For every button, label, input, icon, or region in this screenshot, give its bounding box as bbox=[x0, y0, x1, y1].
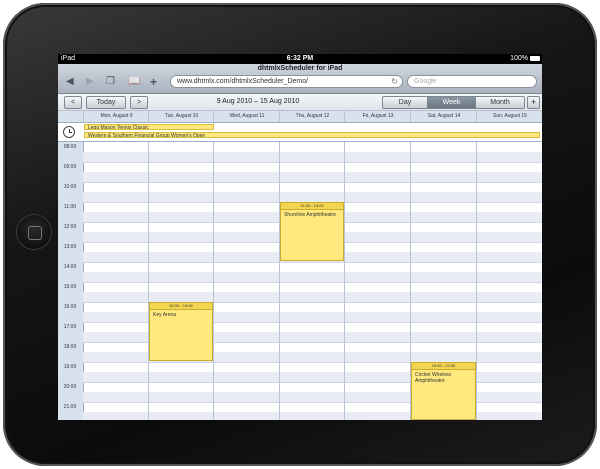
add-bookmark-icon[interactable]: + bbox=[150, 75, 157, 89]
clock-icon bbox=[63, 126, 75, 138]
half-hour-stripe bbox=[83, 272, 542, 282]
event-time: 11:00 - 14:00 bbox=[281, 203, 343, 210]
page-title: dhtmlxScheduler for iPad bbox=[257, 65, 343, 72]
forward-arrow-icon[interactable]: ▶ bbox=[86, 75, 94, 89]
prev-button[interactable]: < bbox=[64, 96, 82, 109]
day-divider bbox=[279, 142, 280, 420]
time-grid: 08:00 09:00 10:00 11:00 12:00 13:00 14:0… bbox=[58, 142, 542, 420]
multiday-event[interactable]: Western & Southern Financial Group Women… bbox=[84, 132, 540, 138]
hour-label: 11:00 bbox=[63, 204, 77, 210]
clock-time: 6:32 PM bbox=[286, 55, 314, 62]
safari-toolbar: dhtmlxScheduler for iPad ◀ ▶ ❐ 📖 + www.d… bbox=[58, 64, 542, 94]
battery-percent: 100% bbox=[510, 55, 528, 62]
hour-label: 17:00 bbox=[63, 324, 77, 330]
event-card[interactable]: 16:00 - 19:00 Key Arena bbox=[149, 302, 213, 361]
hour-line bbox=[83, 182, 542, 183]
event-time: 19:00 - 22:00 bbox=[412, 363, 475, 370]
url-text: www.dhtmlx.com/dhtmlxScheduler_Demo/ bbox=[177, 78, 309, 85]
hour-label: 13:00 bbox=[63, 244, 77, 250]
tab-week[interactable]: Week bbox=[427, 96, 476, 109]
ipad-screen: iPad 6:32 PM 100% dhtmlxScheduler for iP… bbox=[58, 54, 542, 420]
day-divider bbox=[213, 142, 214, 420]
scheduler-toolbar: < Today > 9 Aug 2010 – 15 Aug 2010 Day W… bbox=[58, 94, 542, 111]
event-card[interactable]: 19:00 - 22:00 Cricket Wireless Amphithea… bbox=[411, 362, 476, 420]
hour-label: 19:00 bbox=[63, 364, 77, 370]
next-button[interactable]: > bbox=[130, 96, 148, 109]
day-divider bbox=[476, 142, 477, 420]
pages-icon[interactable]: ❐ bbox=[106, 75, 115, 89]
hour-line bbox=[83, 162, 542, 163]
day-header[interactable]: Mon, August 9 bbox=[83, 111, 149, 122]
bookmarks-icon[interactable]: 📖 bbox=[128, 75, 140, 89]
day-divider bbox=[344, 142, 345, 420]
hour-line bbox=[83, 282, 542, 283]
multiday-event[interactable]: Legg Mason Tennis Classic bbox=[84, 124, 214, 130]
back-arrow-icon[interactable]: ◀ bbox=[66, 75, 74, 89]
hour-label: 09:00 bbox=[63, 164, 77, 170]
date-range-label: 9 Aug 2010 – 15 Aug 2010 bbox=[216, 98, 300, 105]
day-header[interactable]: Sat, August 14 bbox=[410, 111, 477, 122]
reload-icon[interactable]: ↻ bbox=[391, 76, 398, 87]
battery-icon bbox=[530, 56, 540, 61]
search-field[interactable]: Google bbox=[407, 75, 537, 88]
hour-label: 18:00 bbox=[63, 344, 77, 350]
event-title: Shoreline Amphitheatre bbox=[284, 212, 336, 218]
event-time: 16:00 - 19:00 bbox=[150, 303, 212, 310]
event-card[interactable]: 11:00 - 14:00 Shoreline Amphitheatre bbox=[280, 202, 344, 261]
day-header[interactable]: Wed, August 11 bbox=[213, 111, 280, 122]
tab-month[interactable]: Month bbox=[475, 96, 525, 109]
half-hour-stripe bbox=[83, 192, 542, 202]
event-title: Key Arena bbox=[153, 312, 177, 318]
hour-label: 21:00 bbox=[63, 404, 77, 410]
day-header[interactable]: Thu, August 12 bbox=[279, 111, 345, 122]
day-header[interactable]: Tue, August 10 bbox=[148, 111, 214, 122]
tab-day[interactable]: Day bbox=[382, 96, 428, 109]
hour-label: 16:00 bbox=[63, 304, 77, 310]
status-bar: iPad 6:32 PM 100% bbox=[58, 54, 542, 64]
hour-label: 20:00 bbox=[63, 384, 77, 390]
multiday-area: Legg Mason Tennis Classic Western & Sout… bbox=[58, 123, 542, 142]
half-hour-stripe bbox=[83, 172, 542, 182]
today-button[interactable]: Today bbox=[86, 96, 126, 109]
home-button[interactable] bbox=[16, 214, 52, 250]
half-hour-stripe bbox=[83, 292, 542, 302]
day-header[interactable]: Sun, August 15 bbox=[476, 111, 542, 122]
hour-label: 14:00 bbox=[63, 264, 77, 270]
url-field[interactable]: www.dhtmlx.com/dhtmlxScheduler_Demo/ ↻ bbox=[170, 75, 403, 88]
hour-label: 12:00 bbox=[63, 224, 77, 230]
ipad-frame: iPad 6:32 PM 100% dhtmlxScheduler for iP… bbox=[0, 0, 600, 469]
home-square-icon bbox=[28, 226, 42, 240]
half-hour-stripe bbox=[83, 152, 542, 162]
hour-label: 08:00 bbox=[63, 144, 77, 150]
hour-line bbox=[83, 262, 542, 263]
hour-scale: 08:00 09:00 10:00 11:00 12:00 13:00 14:0… bbox=[58, 142, 84, 420]
add-event-button[interactable]: + bbox=[527, 96, 540, 109]
day-header-row: Mon, August 9 Tue, August 10 Wed, August… bbox=[58, 111, 542, 123]
event-title: Cricket Wireless Amphitheatre bbox=[415, 372, 452, 384]
hour-label: 15:00 bbox=[63, 284, 77, 290]
day-divider bbox=[148, 142, 149, 420]
hour-label: 10:00 bbox=[63, 184, 77, 190]
day-header[interactable]: Fri, August 13 bbox=[344, 111, 411, 122]
